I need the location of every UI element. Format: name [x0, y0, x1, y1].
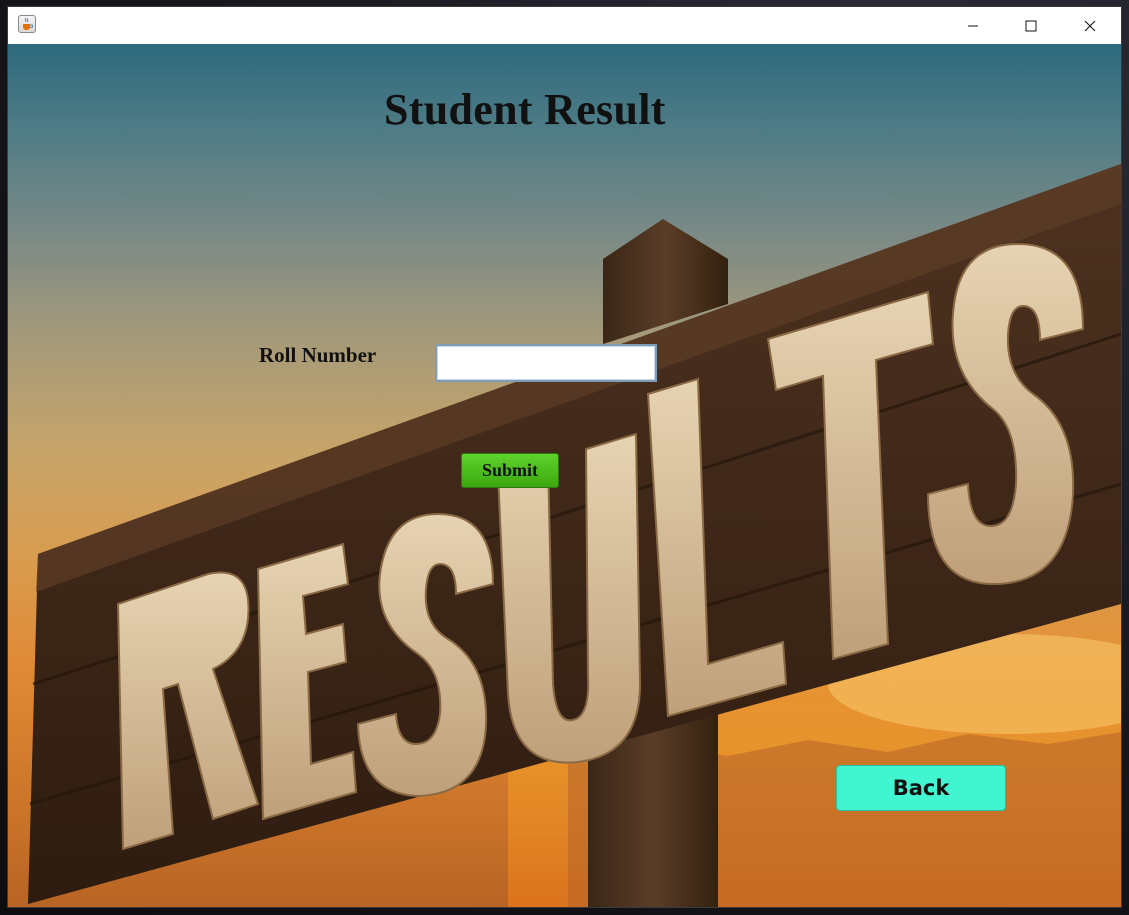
page-title: Student Result [384, 85, 666, 134]
maximize-icon [1025, 20, 1037, 31]
back-button[interactable]: Back [836, 765, 1006, 811]
roll-number-label: Roll Number [259, 343, 377, 367]
close-button[interactable] [1061, 7, 1119, 44]
roll-number-input[interactable] [435, 344, 657, 382]
app-window: Student Result Roll Number Submit Back [8, 7, 1121, 907]
submit-button[interactable]: Submit [461, 453, 559, 488]
title-bar[interactable] [8, 7, 1121, 44]
minimize-button[interactable] [944, 7, 1002, 44]
close-icon [1084, 20, 1096, 31]
content-panel: Student Result Roll Number Submit Back [8, 44, 1121, 907]
minimize-icon [968, 25, 978, 26]
java-cup-icon [18, 15, 36, 33]
maximize-button[interactable] [1002, 7, 1060, 44]
